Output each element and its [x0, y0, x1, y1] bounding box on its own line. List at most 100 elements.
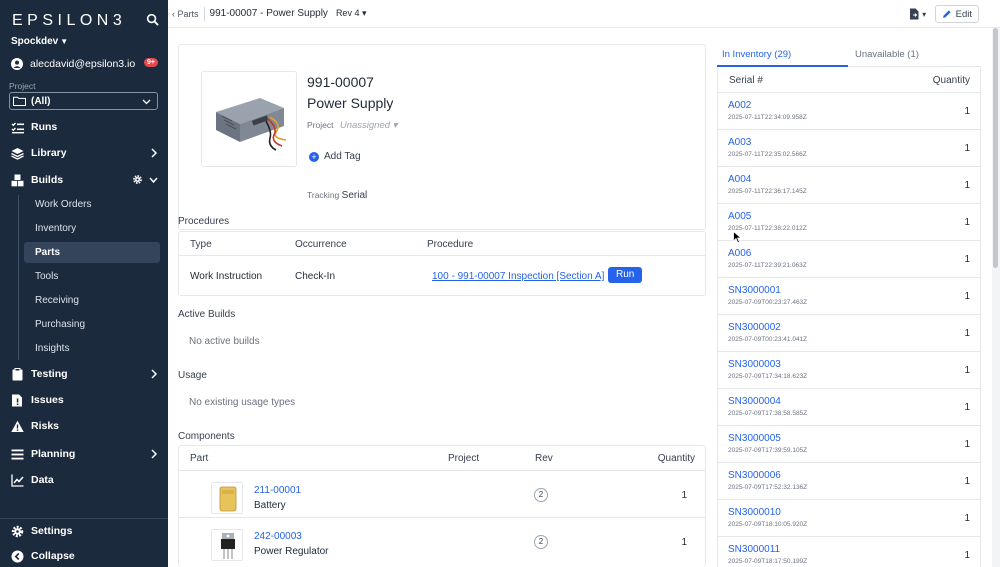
nav-risks-label: Risks [31, 420, 60, 432]
serial-link[interactable]: SN3000006 [728, 470, 781, 481]
scrollbar-thumb[interactable] [993, 28, 998, 268]
battery-icon [212, 483, 242, 513]
gear-icon[interactable] [132, 174, 143, 185]
edit-button[interactable]: Edit [934, 5, 979, 23]
main-content: 991-00007 Power Supply Project Unassigne… [168, 28, 711, 567]
line-chart-icon [11, 474, 24, 487]
table-row[interactable]: 242-00003 Power Regulator 2 1 [179, 518, 705, 567]
serial-date: 2025-07-09T17:39:59.105Z [728, 447, 808, 454]
serial-date: 2025-07-11T22:34:09.958Z [728, 114, 807, 121]
serial-link[interactable]: SN3000003 [728, 359, 781, 370]
revision-select[interactable]: Rev 4 ▾ [336, 8, 367, 19]
user-menu[interactable]: alecdavid@epsilon3.io 9+ [11, 56, 161, 72]
procedures-header-procedure: Procedure [427, 239, 474, 250]
nav-data[interactable]: Data [0, 469, 168, 491]
plus-icon: + [309, 151, 319, 162]
nav-testing[interactable]: Testing [0, 363, 168, 385]
inventory-panel: In Inventory (29) Unavailable (1) Serial… [711, 28, 1000, 567]
nav-settings[interactable]: Settings [0, 520, 168, 542]
table-row[interactable]: SN3000004 2025-07-09T17:38:58.585Z 1 [718, 389, 980, 426]
components-header-quantity: Quantity [657, 453, 695, 464]
project-select[interactable]: (All) [9, 92, 158, 110]
user-email: alecdavid@epsilon3.io [30, 58, 136, 70]
serial-link[interactable]: SN3000005 [728, 433, 781, 444]
scrollbar[interactable] [992, 28, 1000, 567]
component-id[interactable]: 211-00001 [254, 485, 301, 496]
regulator-icon [212, 530, 242, 560]
nav-tools[interactable]: Tools [24, 266, 160, 287]
nav-builds[interactable]: Builds [0, 169, 168, 191]
search-icon[interactable] [146, 13, 159, 26]
nav-library[interactable]: Library [0, 142, 168, 164]
mouse-cursor-icon [733, 231, 742, 244]
serial-quantity: 1 [964, 291, 970, 302]
serial-quantity: 1 [964, 513, 970, 524]
caret-down-icon: ▾ [361, 8, 367, 18]
table-row[interactable]: A003 2025-07-11T22:35:02.566Z 1 [718, 130, 980, 167]
nav-work-orders[interactable]: Work Orders [24, 194, 160, 215]
table-row[interactable]: SN3000003 2025-07-09T17:34:18.623Z 1 [718, 352, 980, 389]
procedure-link[interactable]: 100 - 991-00007 Inspection [Section A] [432, 271, 604, 282]
nav-collapse[interactable]: Collapse [0, 545, 168, 567]
serial-link[interactable]: SN3000001 [728, 285, 781, 296]
nav-collapse-label: Collapse [31, 550, 75, 562]
planning-icon [11, 449, 24, 459]
revision-value: Rev 4 [335, 8, 360, 18]
tab-unavailable[interactable]: Unavailable (1) [850, 45, 981, 67]
serial-link[interactable]: SN3000004 [728, 396, 781, 407]
app-logo[interactable]: EPSILON3 [12, 12, 126, 30]
part-image[interactable] [201, 71, 297, 167]
add-tag-label: Add Tag [324, 151, 361, 162]
serial-link[interactable]: A003 [728, 137, 751, 148]
table-row[interactable]: SN3000010 2025-07-09T18:10:05.920Z 1 [718, 500, 980, 537]
components-header-part: Part [190, 453, 209, 464]
table-row[interactable]: A002 2025-07-11T22:34:09.958Z 1 [718, 93, 980, 130]
run-button[interactable]: Run [608, 267, 643, 283]
serial-link[interactable]: SN3000011 [728, 544, 780, 555]
table-row[interactable]: SN3000005 2025-07-09T17:39:59.105Z 1 [718, 426, 980, 463]
serial-link[interactable]: A004 [728, 174, 751, 185]
part-number: 991-00007 [307, 74, 374, 90]
project-value: (All) [31, 95, 51, 107]
serial-link[interactable]: SN3000010 [728, 507, 781, 518]
tab-in-inventory[interactable]: In Inventory (29) [717, 45, 848, 67]
table-row[interactable]: SN3000001 2025-07-09T00:23:27.463Z 1 [718, 278, 980, 315]
serial-link[interactable]: A002 [728, 100, 751, 111]
nav-insights[interactable]: Insights [24, 338, 160, 359]
serial-date: 2025-07-09T00:23:41.041Z [728, 336, 808, 343]
serial-link[interactable]: A005 [728, 211, 751, 222]
nav-inventory[interactable]: Inventory [24, 218, 160, 239]
table-row[interactable]: SN3000011 2025-07-09T18:17:50.199Z 1 [718, 537, 980, 567]
part-summary-card: 991-00007 Power Supply Project Unassigne… [178, 44, 706, 230]
notification-badge[interactable]: 9+ [144, 58, 158, 67]
serial-quantity: 1 [964, 254, 970, 265]
serial-link[interactable]: A006 [728, 248, 751, 259]
table-row[interactable]: SN3000002 2025-07-09T00:23:41.041Z 1 [718, 315, 980, 352]
component-id[interactable]: 242-00003 [254, 531, 302, 542]
table-row[interactable]: A006 2025-07-11T22:39:21.063Z 1 [718, 241, 980, 278]
serial-date: 2025-07-09T17:38:58.585Z [728, 410, 808, 417]
nav-receiving[interactable]: Receiving [24, 290, 160, 311]
part-project-select[interactable]: Unassigned ▾ [340, 120, 398, 131]
nav-risks[interactable]: Risks [0, 415, 168, 437]
nav-runs-label: Runs [31, 121, 58, 133]
nav-parts[interactable]: Parts [24, 242, 160, 263]
serial-link[interactable]: SN3000002 [728, 322, 781, 333]
table-row[interactable]: 211-00001 Battery 2 1 [179, 471, 705, 518]
add-tag-button[interactable]: + Add Tag [309, 151, 361, 162]
table-row[interactable]: SN3000006 2025-07-09T17:52:32.136Z 1 [718, 463, 980, 500]
serial-quantity: 1 [964, 217, 970, 228]
active-builds-empty: No active builds [189, 336, 260, 347]
org-switcher[interactable]: Spockdev ▼ [11, 36, 68, 47]
export-menu-button[interactable]: ▾ [905, 5, 931, 23]
nav-planning[interactable]: Planning [0, 443, 168, 465]
table-row[interactable]: A005 2025-07-11T22:38:22.012Z 1 [718, 204, 980, 241]
folder-icon [13, 96, 26, 106]
nav-issues[interactable]: Issues [0, 389, 168, 411]
nav-purchasing[interactable]: Purchasing [24, 314, 160, 335]
breadcrumb-back-link[interactable]: ‹ Parts [172, 9, 199, 19]
chevron-right-icon [151, 148, 158, 158]
edit-label: Edit [955, 8, 972, 20]
table-row[interactable]: A004 2025-07-11T22:36:17.145Z 1 [718, 167, 980, 204]
nav-runs[interactable]: Runs [0, 116, 168, 138]
